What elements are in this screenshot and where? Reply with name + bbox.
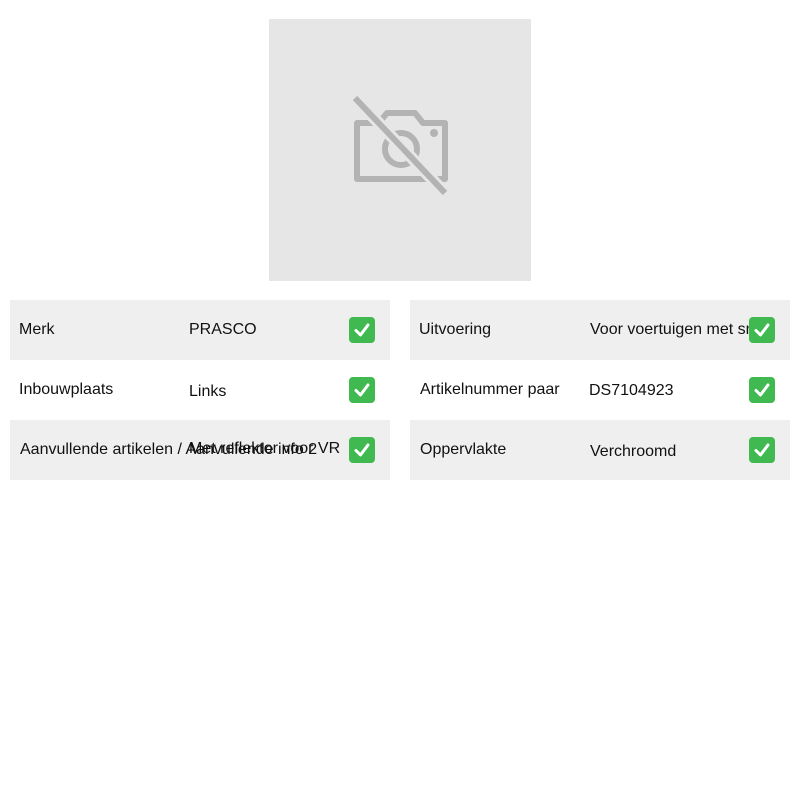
spec-row-merk: Merk PRASCO <box>10 300 390 360</box>
checkmark-icon <box>349 317 375 343</box>
spec-value: PRASCO <box>189 321 257 338</box>
no-photo-camera-icon <box>345 93 455 208</box>
checkmark-icon <box>749 317 775 343</box>
checkmark-icon <box>749 377 775 403</box>
spec-row-oppervlakte: Oppervlakte Verchroomd <box>410 420 790 480</box>
spec-row-inbouwplaats: Inbouwplaats Links <box>10 360 390 420</box>
spec-table-right: Uitvoering Voor voertuigen met smth Arti… <box>410 300 790 480</box>
spec-label: Uitvoering <box>419 321 492 338</box>
checkmark-icon <box>349 377 375 403</box>
spec-table-left: Merk PRASCO Inbouwplaats Links Aanvullen… <box>10 300 390 480</box>
spec-row-uitvoering: Uitvoering Voor voertuigen met smth <box>410 300 790 360</box>
product-image-placeholder <box>269 19 531 281</box>
spec-row-artikelnummer-paar: Artikelnummer paar DS7104923 <box>410 360 790 420</box>
spec-row-aanvullende-artikelen: Aanvullende artikelen / Aanvullende info… <box>10 420 390 480</box>
spec-label: Oppervlakte <box>420 441 507 458</box>
product-page: Merk PRASCO Inbouwplaats Links Aanvullen… <box>0 0 800 800</box>
spec-value: Links <box>189 383 227 400</box>
spec-label: Merk <box>19 321 55 338</box>
spec-value: Voor voertuigen met smth <box>590 321 773 338</box>
spec-label: Inbouwplaats <box>19 381 114 398</box>
spec-value: Met reflektor voor VR <box>189 440 341 457</box>
checkmark-icon <box>349 437 375 463</box>
spec-value: DS7104923 <box>589 382 674 399</box>
spec-value: Verchroomd <box>590 443 677 460</box>
checkmark-icon <box>749 437 775 463</box>
spec-label: Artikelnummer paar <box>420 381 560 398</box>
